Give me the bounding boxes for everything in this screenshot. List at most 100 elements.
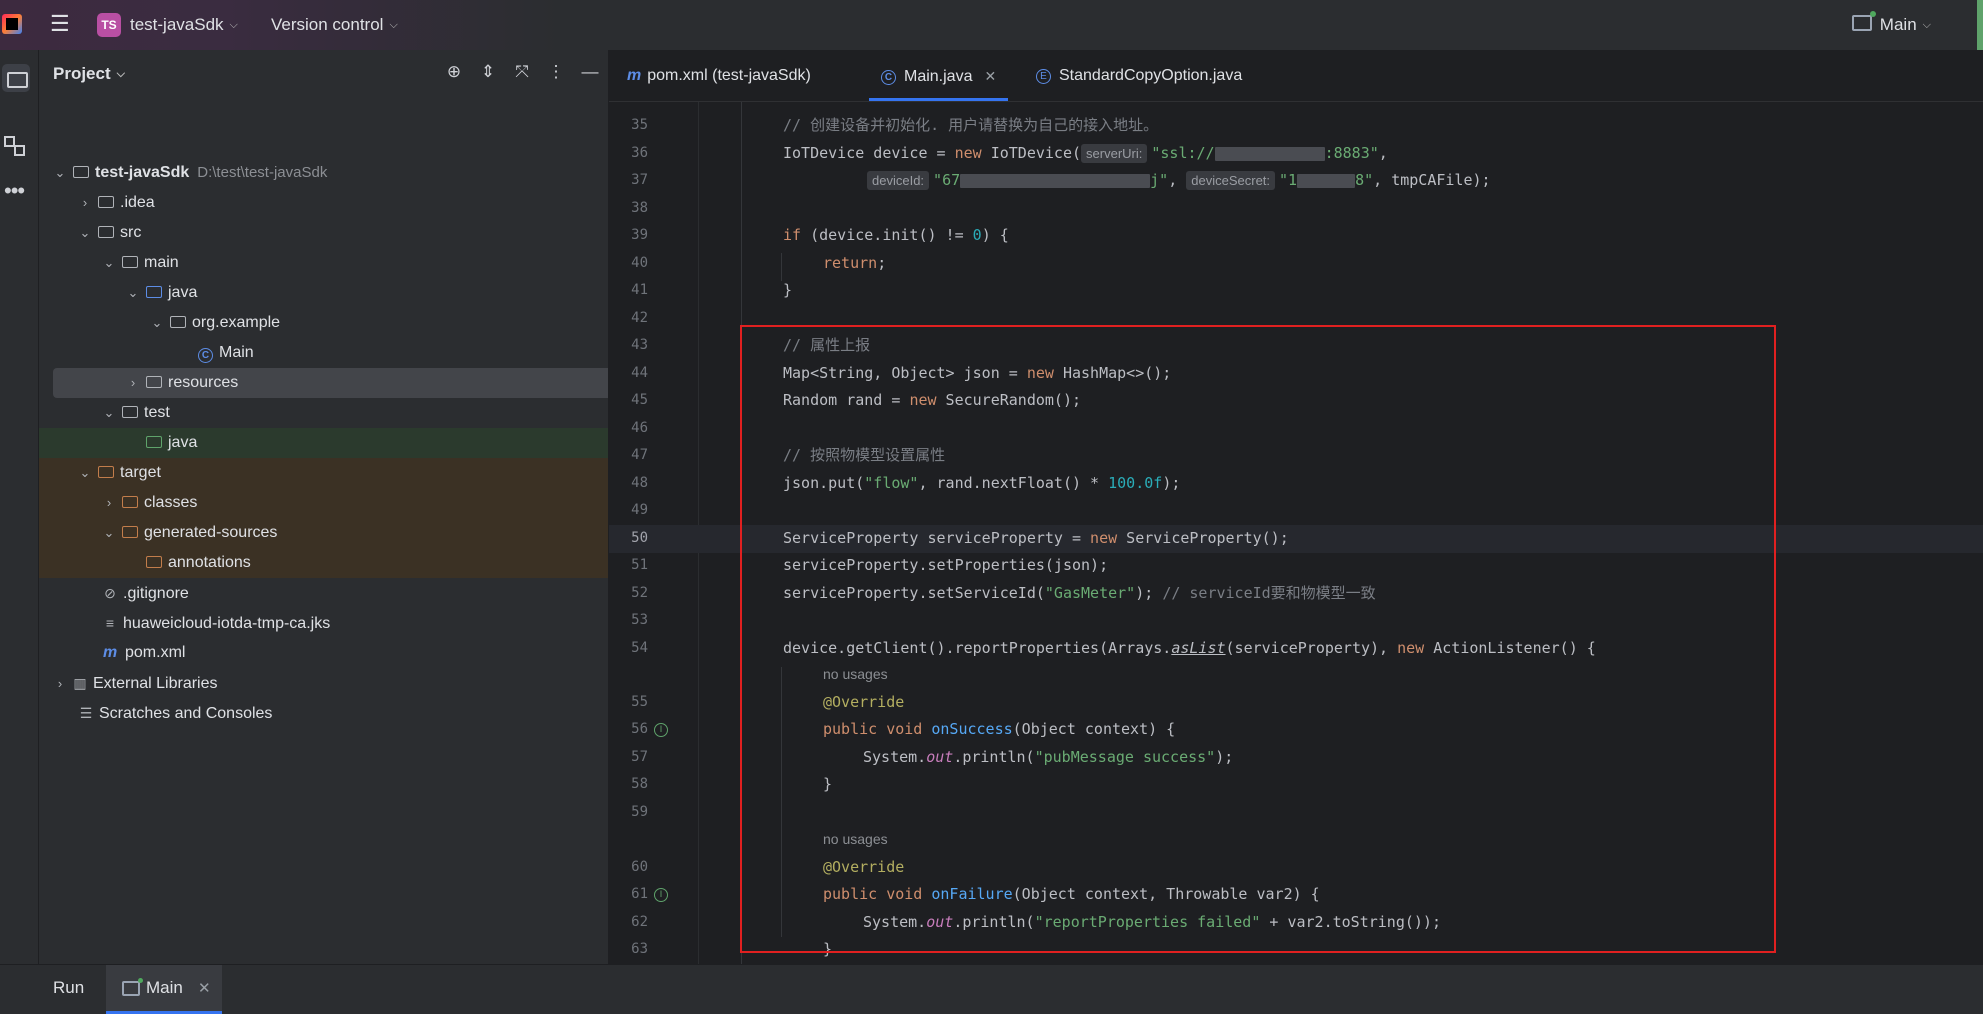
code-token: 8" [1355,171,1374,189]
code-line: 58 } [609,771,1983,799]
tree-item-jks[interactable]: ≡ huaweicloud-iotda-tmp-ca.jks [39,608,608,638]
chevron-down-icon[interactable]: ⌄ [102,248,116,278]
code-token: // serviceId要和物模型一致 [1162,584,1376,602]
code-line: 61 I public void onFailure(Object contex… [609,881,1983,909]
app-logo-icon[interactable] [2,14,22,34]
usages-hint[interactable]: no usages [823,661,888,688]
code-text: // 创建设备并初始化. 用户请替换为自己的接入地址。 [783,116,1159,134]
inlay-hint: deviceId: [867,171,930,190]
tree-item-path: D:\test\test-javaSdk [197,164,328,181]
tree-item-label: test [144,404,170,421]
line-number: 52 [631,585,648,601]
tree-item-scratches[interactable]: ☰ Scratches and Consoles [39,698,608,728]
code-line: 39 if (device.init() != 0) { [609,222,1983,250]
tree-item-classes[interactable]: › classes [39,488,608,518]
minimize-icon[interactable]: — [580,62,600,82]
code-token: (device.init() != [801,226,973,244]
panel-toolbar: ⊕ ⇕ ⤧ ⋮ — [444,62,600,82]
run-config-icon [1851,11,1876,31]
code-token: "ssl:// [1151,144,1215,162]
structure-icon[interactable] [0,130,28,158]
tree-item-generated-sources[interactable]: ⌄ generated-sources [39,518,608,548]
tab-main-java[interactable]: C Main.java ✕ [869,50,1009,101]
close-icon[interactable]: ✕ [984,68,996,84]
code-text: Random rand = new SecureRandom(); [783,387,1081,414]
tree-item-label: annotations [168,554,251,571]
more-icon[interactable]: ⋮ [546,62,566,82]
project-avatar[interactable]: TS [97,13,121,37]
chevron-down-icon[interactable]: ⌄ [102,518,116,548]
code-token: (Object context, Throwable var2) { [1012,885,1320,903]
tree-item-java-main[interactable]: ⌄ java [39,278,608,308]
tree-item-test[interactable]: ⌄ test [39,398,608,428]
tree-item-main-class[interactable]: C Main [39,338,608,368]
vcs-menu[interactable]: Version control ⌵ [271,13,398,39]
chevron-right-icon[interactable]: › [102,488,116,518]
code-line: 46 [609,415,1983,443]
tree-item-resources[interactable]: › resources [53,368,608,398]
code-line: 37 deviceId: "67 j", deviceSecret: "1 8", tm… [609,167,1983,195]
chevron-down-icon: ⌵ [389,19,398,31]
line-number: 47 [631,447,648,463]
code-line: 55 @Override [609,689,1983,717]
implements-icon[interactable]: I [654,888,668,902]
maven-icon: m [103,644,118,661]
chevron-right-icon[interactable]: › [53,669,67,699]
chevron-right-icon[interactable]: › [126,368,140,398]
code-text: serviceProperty.setServiceId("GasMeter")… [783,580,1376,607]
run-tool-label[interactable]: Run [53,978,84,998]
hamburger-icon[interactable]: ☰ [50,13,70,35]
tree-item-main[interactable]: ⌄ main [39,248,608,278]
tab-label: pom.xml (test-javaSdk) [647,67,811,84]
code-token: IoTDevice( [981,144,1082,162]
tree-item-annotations[interactable]: annotations [39,548,608,578]
chevron-down-icon[interactable]: ⌄ [78,218,92,248]
collapse-all-icon[interactable]: ⤧ [512,62,532,82]
chevron-down-icon[interactable]: ⌄ [102,398,116,428]
chevron-right-icon[interactable]: › [78,188,92,218]
code-line: 53 [609,607,1983,635]
tree-item-external-libraries[interactable]: › ▥ External Libraries [39,668,608,699]
code-text: @Override [823,858,905,876]
tree-item-src[interactable]: ⌄ src [39,218,608,248]
more-tools-icon[interactable]: ••• [4,178,32,206]
code-token: , rand.nextFloat() * [918,474,1109,492]
run-tab-main[interactable]: Main ✕ [106,965,222,1014]
code-text: serviceProperty.setProperties(json); [783,556,1109,574]
panel-title[interactable]: Project ⌵ [53,64,125,84]
chevron-down-icon[interactable]: ⌄ [53,158,67,188]
code-token: ); [1162,474,1181,492]
tree-item-label: main [144,254,179,271]
tree-item-org-example[interactable]: ⌄ org.example [39,308,608,338]
line-number: 59 [631,804,648,820]
tree-item-pom[interactable]: m pom.xml [39,638,608,668]
resources-folder-icon [146,376,162,388]
tree-item-label: Main [219,344,254,361]
tree-item-gitignore[interactable]: ⊘ .gitignore [39,578,608,608]
close-icon[interactable]: ✕ [198,979,211,997]
tree-item-target[interactable]: ⌄ target [39,458,608,488]
tree-item-java-test[interactable]: java [39,428,608,458]
project-switcher[interactable]: test-javaSdk ⌵ [130,13,238,39]
code-text: // 属性上报 [783,336,871,354]
code-token: Random rand = [783,391,910,409]
run-config-selector[interactable]: Main ⌵ [1851,11,1931,39]
tab-pom-xml[interactable]: m pom.xml (test-javaSdk) [627,50,811,100]
project-folder-icon[interactable] [2,64,30,92]
chevron-down-icon[interactable]: ⌄ [126,278,140,308]
locate-icon[interactable]: ⊕ [444,62,464,82]
code-token: if [783,226,802,244]
tab-standard-copy-option[interactable]: E StandardCopyOption.java [1036,50,1242,100]
tree-item-label: test-javaSdk [95,164,190,181]
run-config-label: Main [1879,15,1917,34]
implements-icon[interactable]: I [654,723,668,737]
code-editor[interactable]: 35 // 创建设备并初始化. 用户请替换为自己的接入地址。 36 IoTDev… [609,102,1983,964]
tree-item-idea[interactable]: › .idea [39,188,608,218]
tree-item-test-javaSdk[interactable]: ⌄ test-javaSdk D:\test\test-javaSdk [39,158,608,188]
chevron-down-icon[interactable]: ⌄ [150,308,164,338]
usages-hint[interactable]: no usages [823,826,888,853]
expand-all-icon[interactable]: ⇕ [478,62,498,82]
tree-item-label: generated-sources [144,524,278,541]
code-token: 0 [972,226,982,244]
chevron-down-icon[interactable]: ⌄ [78,458,92,488]
